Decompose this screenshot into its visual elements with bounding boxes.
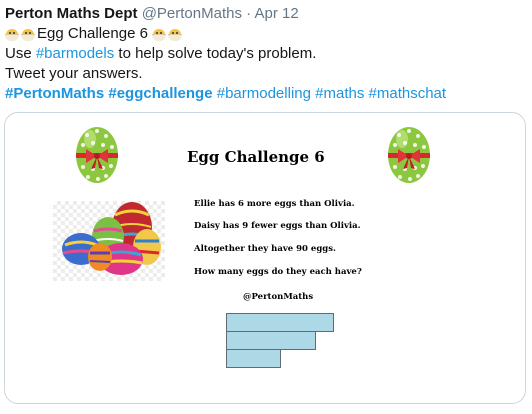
hashtag-mathschat[interactable]: #mathschat — [369, 85, 447, 102]
hashtag-maths[interactable]: #maths — [315, 85, 364, 102]
image-title: Egg Challenge 6 — [187, 148, 325, 166]
tweet-text-line-2: Use #barmodels to help solve today's pro… — [5, 45, 316, 63]
bar-model-daisy — [226, 349, 281, 368]
hatching-chick-icon — [21, 26, 35, 41]
text-use: Use — [5, 45, 36, 62]
hatching-chick-icon — [168, 26, 183, 41]
bar-model-ellie — [226, 313, 334, 332]
hashtag-barmodelling[interactable]: #barmodelling — [217, 85, 311, 102]
tweet-date[interactable]: Apr 12 — [254, 5, 298, 22]
tweet-title: Egg Challenge 6 — [37, 25, 148, 42]
egg-icon — [388, 127, 430, 183]
hashtag-row: #PertonMaths #eggchallenge #barmodelling… — [5, 85, 446, 103]
text-instruction: to help solve today's problem. — [114, 45, 317, 62]
hatching-chick-icon — [5, 26, 19, 41]
bar-model-olivia — [226, 331, 316, 350]
tweet[interactable]: Perton Maths Dept @PertonMaths · Apr 12 … — [0, 0, 532, 414]
hatching-chick-icon — [152, 26, 167, 41]
tweet-header: Perton Maths Dept @PertonMaths · Apr 12 — [5, 5, 299, 23]
question-line-1: Ellie has 6 more eggs than Olivia. — [194, 199, 355, 209]
hashtag-barmodels[interactable]: #barmodels — [36, 45, 114, 62]
question-line-2: Daisy has 9 fewer eggs than Olivia. — [194, 221, 361, 231]
egg-icon — [76, 127, 118, 183]
author-name[interactable]: Perton Maths Dept — [5, 5, 138, 22]
challenge-image[interactable]: Egg Challenge 6 Ellie has 6 more eggs th… — [5, 113, 525, 403]
author-handle[interactable]: @PertonMaths — [142, 5, 242, 22]
hashtag-pertonmaths[interactable]: #PertonMaths — [5, 85, 104, 102]
hashtag-eggchallenge[interactable]: #eggchallenge — [108, 85, 212, 102]
painted-eggs-image — [53, 201, 165, 281]
media-card[interactable]: Egg Challenge 6 Ellie has 6 more eggs th… — [4, 112, 526, 404]
question-line-3: Altogether they have 90 eggs. — [194, 244, 336, 254]
question-line-4: How many eggs do they each have? — [194, 267, 362, 277]
easter-eggs-icon — [62, 202, 161, 275]
image-credit: @PertonMaths — [243, 292, 314, 302]
separator: · — [246, 5, 252, 22]
tweet-text-line-1: Egg Challenge 6 — [5, 25, 184, 43]
tweet-text-line-3: Tweet your answers. — [5, 65, 143, 82]
